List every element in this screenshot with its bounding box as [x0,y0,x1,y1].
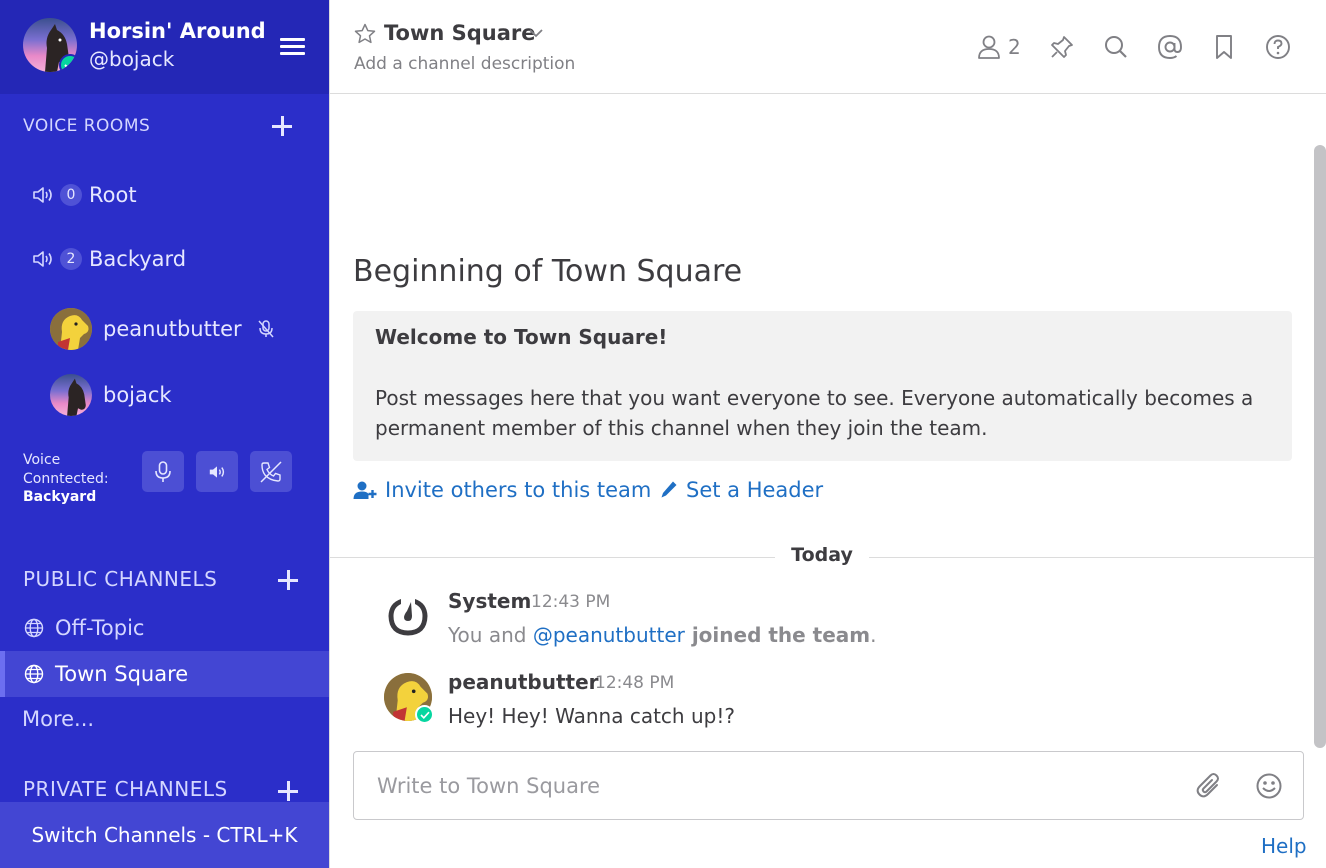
speaker-icon [209,465,225,478]
mic-muted-icon [258,320,274,338]
pin-icon [1051,36,1073,58]
sidebar: Horsin' Around @bojack VOICE ROOMS 0 Roo… [0,0,329,868]
emoji-icon[interactable] [1255,772,1283,800]
voice-room-count: 2 [60,248,82,270]
sidebar-item-off-topic[interactable]: Off-Topic [0,605,329,651]
add-voice-room-icon[interactable] [271,115,293,137]
add-user-icon [353,481,377,499]
star-icon[interactable] [353,22,377,46]
message-list[interactable]: Beginning of Town Square Welcome to Town… [330,94,1315,746]
post-text-prefix: You and [448,623,533,647]
voice-room-name: Backyard [89,247,187,271]
speaker-icon [33,187,52,203]
chevron-down-icon[interactable] [528,25,544,41]
channel-header: Town Square Add a channel description 2 [330,0,1326,94]
voice-connected-label: Voice Conntected: [23,452,109,487]
search-button[interactable] [1102,33,1130,61]
date-separator: Today [330,544,1315,570]
voice-room-root[interactable]: 0 Root [32,179,137,211]
post-username[interactable]: System [448,589,531,613]
more-channels-link[interactable]: More... [22,707,94,731]
public-channels-title: PUBLIC CHANNELS [23,567,218,591]
hang-up-button[interactable] [250,451,292,492]
avatar [50,374,92,416]
channel-intro-title: Beginning of Town Square [353,254,743,289]
switch-channels-button[interactable]: Switch Channels - CTRL+K [0,802,329,868]
mattermost-logo-icon [386,594,430,638]
online-status-icon [415,705,434,724]
search-icon [1105,36,1127,58]
voice-user-name: bojack [103,383,172,407]
channel-name: Off-Topic [55,616,145,640]
speaker-button[interactable] [196,451,238,492]
scrollbar[interactable] [1314,145,1326,748]
channel-name: Town Square [55,662,189,686]
hamburger-menu-icon[interactable] [280,38,306,56]
attachment-icon[interactable] [1195,772,1223,800]
post-username[interactable]: peanutbutter [448,670,599,694]
member-icon [978,35,1000,59]
phone-off-icon [260,460,282,483]
private-channels-title: PRIVATE CHANNELS [23,777,228,801]
welcome-title: Welcome to Town Square! [375,325,668,349]
welcome-box: Welcome to Town Square! Post messages he… [353,311,1292,461]
channel-title[interactable]: Town Square [384,21,536,45]
globe-icon [24,618,44,638]
post-message: Hey! Hey! Wanna catch up!? [448,704,735,728]
pencil-icon [661,481,677,498]
at-sign-icon [1158,35,1182,59]
dog-head-icon [50,308,92,350]
horse-head-icon [67,378,86,416]
post-message: You and @peanutbutter joined the team. [448,623,877,647]
add-private-channel-icon[interactable] [277,780,299,802]
post-text-suffix: joined the team [684,623,871,647]
invite-others-link[interactable]: Invite others to this team [353,478,651,502]
sidebar-header: Horsin' Around @bojack [0,0,329,94]
voice-room-name: Root [89,183,137,207]
message-composer [353,751,1304,820]
saved-button[interactable] [1210,33,1238,61]
username: @bojack [89,47,175,71]
bookmark-icon [1216,35,1232,59]
date-separator-label: Today [775,544,869,566]
microphone-icon [155,460,171,482]
post-timestamp[interactable]: 12:48 PM [595,673,674,693]
member-count-button[interactable]: 2 [976,33,1021,61]
post-text-end: . [870,623,877,647]
team-name: Horsin' Around [89,19,266,43]
pinned-button[interactable] [1048,33,1076,61]
channel-description[interactable]: Add a channel description [354,54,575,74]
speaker-icon [33,251,52,267]
help-button[interactable] [1264,33,1292,61]
main-panel: Town Square Add a channel description 2 [329,0,1326,868]
system-avatar [384,592,432,640]
voice-user-peanutbutter[interactable]: peanutbutter [50,307,276,351]
avatar[interactable] [23,18,77,72]
voice-connected-status: Voice Conntected: Backyard [23,451,123,507]
sidebar-item-town-square[interactable]: Town Square [0,651,329,697]
set-header-link[interactable]: Set a Header [660,478,823,502]
welcome-body: Post messages here that you want everyon… [375,386,1254,440]
user-mention-link[interactable]: @peanutbutter [533,623,685,647]
voice-rooms-title: VOICE ROOMS [23,116,151,136]
avatar [50,308,92,350]
voice-room-backyard[interactable]: 2 Backyard [32,243,186,275]
question-icon [1266,35,1290,59]
help-link[interactable]: Help [1261,834,1307,858]
online-status-icon [59,54,77,72]
voice-user-bojack[interactable]: bojack [50,373,172,417]
mentions-button[interactable] [1156,33,1184,61]
message-input[interactable] [354,752,1174,819]
voice-user-name: peanutbutter [103,317,242,341]
member-count: 2 [1008,35,1021,59]
globe-icon [24,664,44,684]
post-timestamp[interactable]: 12:43 PM [531,592,610,612]
voice-connected-room: Backyard [23,489,97,505]
mic-button[interactable] [142,451,184,492]
invite-link-label: Invite others to this team [385,478,652,502]
set-header-label: Set a Header [686,478,824,502]
add-public-channel-icon[interactable] [277,569,299,591]
voice-room-count: 0 [60,184,82,206]
